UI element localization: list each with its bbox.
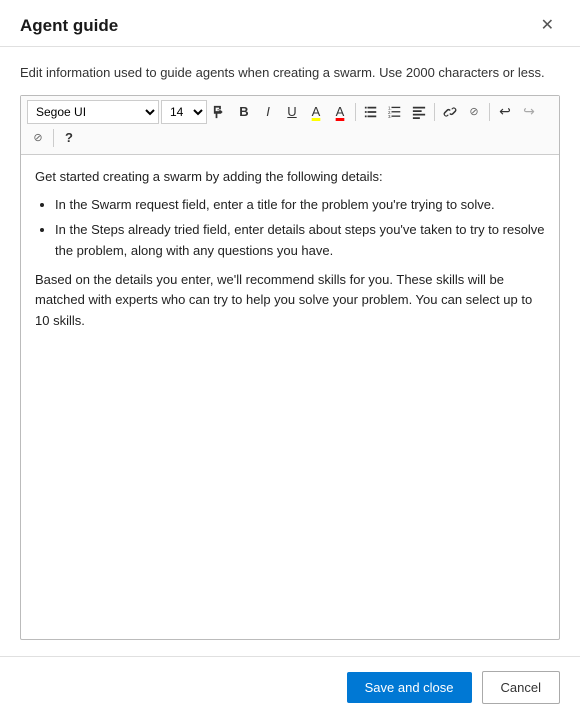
editor-bullet-2: In the Steps already tried field, enter … [55,220,545,262]
dialog-header: Agent guide ✕ [0,0,580,47]
close-button[interactable]: ✕ [535,16,560,36]
editor-content-area[interactable]: Get started creating a swarm by adding t… [21,155,559,640]
dialog-title: Agent guide [20,16,118,36]
redo-button[interactable]: ↪ [518,100,540,124]
editor-bullet-1: In the Swarm request field, enter a titl… [55,195,545,216]
link-button[interactable] [439,100,461,124]
svg-text:3.: 3. [388,114,392,119]
editor-paragraph-2: Based on the details you enter, we'll re… [35,270,545,332]
unlink-button[interactable]: ⊘ [463,100,485,124]
italic-button[interactable]: I [257,100,279,124]
highlight-button[interactable]: A [305,100,327,124]
clear-format-button[interactable]: ⊘ [27,126,49,150]
underline-label: U [287,104,296,119]
italic-label: I [266,104,270,119]
numbering-icon: 1. 2. 3. [388,105,402,119]
font-size-select[interactable]: 8 9 10 11 12 14 16 18 20 24 [161,100,207,124]
font-color-button[interactable]: A [329,100,351,124]
toolbar-divider-4 [53,129,54,147]
align-icon [412,105,426,119]
toolbar-divider-1 [355,103,356,121]
link-icon [443,105,457,119]
toolbar-divider-3 [489,103,490,121]
highlight-label: A [312,104,321,119]
bullets-button[interactable] [360,100,382,124]
editor-container: Segoe UI Arial Times New Roman Courier N… [20,95,560,641]
cancel-button[interactable]: Cancel [482,671,560,704]
help-button[interactable]: ? [58,126,80,150]
save-close-button[interactable]: Save and close [347,672,472,703]
editor-list: In the Swarm request field, enter a titl… [55,195,545,261]
font-color-label: A [336,104,345,119]
bold-label: B [239,104,248,119]
paint-format-button[interactable] [209,100,231,124]
numbering-button[interactable]: 1. 2. 3. [384,100,406,124]
bold-button[interactable]: B [233,100,255,124]
editor-intro: Get started creating a swarm by adding t… [35,167,545,188]
agent-guide-dialog: Agent guide ✕ Edit information used to g… [0,0,580,718]
align-button[interactable] [408,100,430,124]
dialog-footer: Save and close Cancel [0,656,580,718]
paint-format-icon [213,105,227,119]
underline-button[interactable]: U [281,100,303,124]
description-text: Edit information used to guide agents wh… [20,63,560,83]
toolbar-divider-2 [434,103,435,121]
bullets-icon [364,105,378,119]
dialog-body: Edit information used to guide agents wh… [0,47,580,656]
editor-toolbar: Segoe UI Arial Times New Roman Courier N… [21,96,559,155]
undo-button[interactable]: ↩ [494,100,516,124]
font-family-select[interactable]: Segoe UI Arial Times New Roman Courier N… [27,100,159,124]
